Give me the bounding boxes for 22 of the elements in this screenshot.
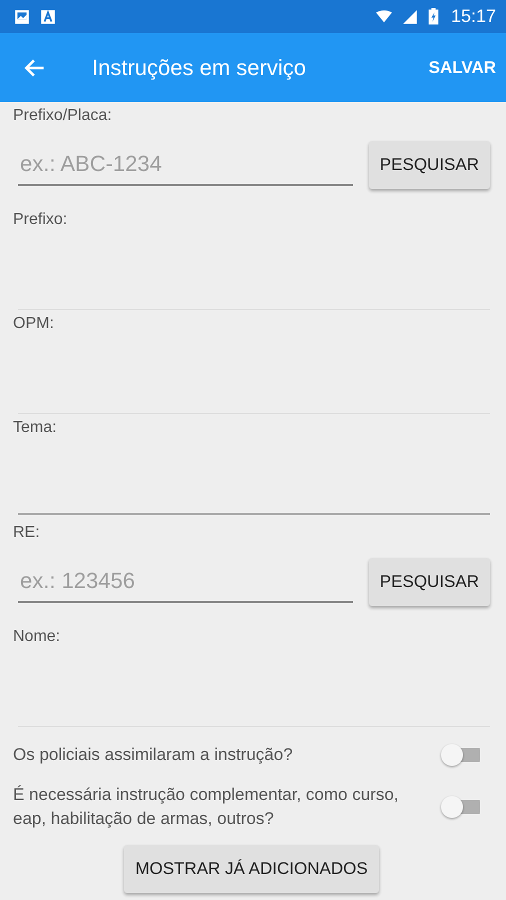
signal-icon xyxy=(402,8,418,24)
field-label: RE: xyxy=(13,523,41,543)
wifi-icon xyxy=(376,8,392,24)
toggle-label: Os policiais assimilaram a instrução? xyxy=(13,744,294,766)
search-button[interactable]: PESQUISAR xyxy=(368,558,490,606)
toggle-switch[interactable] xyxy=(440,743,480,767)
screen-title: Instruções em serviço xyxy=(92,54,307,80)
field-label: Prefixo/Placa: xyxy=(13,106,113,126)
letter-icon xyxy=(40,8,56,24)
image-icon xyxy=(14,8,30,24)
toggle-switch[interactable] xyxy=(440,795,480,819)
battery-icon xyxy=(428,8,439,25)
show-added-button[interactable]: MOSTRAR JÁ ADICIONADOS xyxy=(124,845,379,893)
input-field[interactable]: ex.: ABC-1234 xyxy=(18,144,353,186)
search-button[interactable]: PESQUISAR xyxy=(368,141,490,189)
input-field[interactable]: ex.: 123456 xyxy=(18,561,353,603)
status-time: 15:17 xyxy=(450,6,496,27)
field-label: Tema: xyxy=(13,418,58,438)
field-label: Prefixo: xyxy=(13,210,68,230)
field-label: OPM: xyxy=(13,314,55,334)
field-label: Nome: xyxy=(13,627,62,647)
toggle-label: É necessária instrução complementar, como curso, eap, habilitação de armas, outros? xyxy=(13,784,400,830)
